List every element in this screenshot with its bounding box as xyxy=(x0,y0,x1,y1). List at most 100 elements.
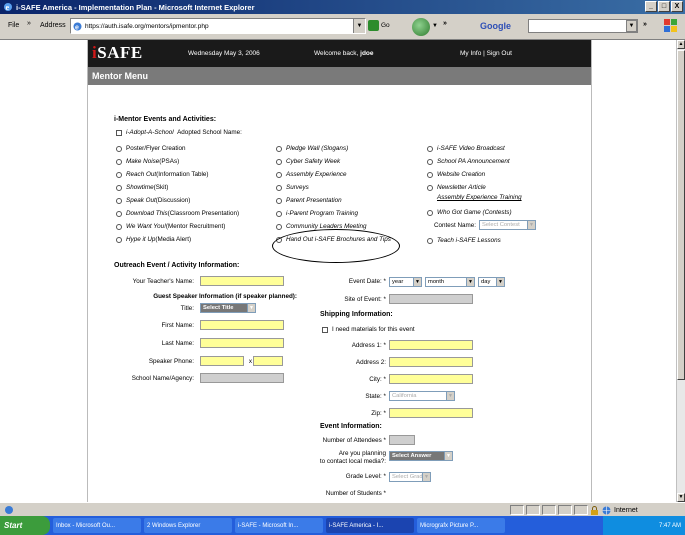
month-select[interactable]: month ▼ xyxy=(425,277,475,287)
contest-select[interactable]: Select Contest ▼ xyxy=(479,220,536,230)
google-toolbar-logo[interactable]: Google xyxy=(480,21,511,31)
title-select[interactable]: Select Title ▼ xyxy=(200,303,256,313)
taskbar-item-isafe-1[interactable]: i-SAFE - Microsoft In... xyxy=(235,518,323,533)
address1-input[interactable] xyxy=(389,340,473,350)
toolbar-more2-chevron-icon[interactable]: » xyxy=(643,21,647,28)
event-option[interactable]: Parent Presentation xyxy=(276,197,342,204)
speaker-phone-input[interactable] xyxy=(200,356,244,366)
back-dropdown-icon[interactable]: ▼ xyxy=(432,23,438,29)
event-option[interactable]: Website Creation xyxy=(427,171,485,178)
radio-button[interactable] xyxy=(276,145,282,152)
adopt-checkbox[interactable] xyxy=(116,129,122,136)
event-option[interactable]: Reach Out (Information Table) xyxy=(116,171,209,178)
radio-button[interactable] xyxy=(427,237,433,244)
taskbar-item-isafe-active[interactable]: i-SAFE America - I... xyxy=(326,518,414,533)
school-agency-input[interactable] xyxy=(200,373,284,383)
adopt-school-option[interactable]: i-Adopt-A-School Adopted School Name: xyxy=(116,129,242,136)
page-status-icon xyxy=(5,506,13,514)
event-option[interactable]: Hype it Up (Media Alert) xyxy=(116,236,191,243)
radio-button[interactable] xyxy=(427,145,433,152)
go-button[interactable]: Go xyxy=(368,20,390,31)
event-option[interactable]: Showtime (Skit) xyxy=(116,184,168,191)
radio-button[interactable] xyxy=(116,236,122,243)
radio-button[interactable] xyxy=(276,223,282,230)
event-option[interactable]: Download This (Classroom Presentation) xyxy=(116,210,239,217)
google-dropdown-icon[interactable]: ▼ xyxy=(626,20,637,32)
mentor-menu-bar[interactable]: Mentor Menu xyxy=(88,67,591,85)
year-select[interactable]: year ▼ xyxy=(389,277,422,287)
event-option[interactable]: Assembly Experience xyxy=(276,171,347,178)
radio-button[interactable] xyxy=(427,209,433,216)
event-option[interactable]: Teach i-SAFE Lessons xyxy=(427,237,501,244)
radio-button[interactable] xyxy=(276,171,282,178)
radio-button[interactable] xyxy=(427,184,433,191)
radio-button[interactable] xyxy=(116,184,122,191)
event-option[interactable]: Make Noise (PSAs) xyxy=(116,158,179,165)
address-bar[interactable]: e https://auth.isafe.org/mentors/ipmento… xyxy=(70,18,366,34)
event-option[interactable]: Surveys xyxy=(276,184,309,191)
event-option[interactable]: Poster/Flyer Creation xyxy=(116,145,186,152)
city-label: City: * xyxy=(369,376,386,383)
page-icon: e xyxy=(73,22,82,31)
event-option[interactable]: Newsletter Article xyxy=(427,184,486,191)
city-input[interactable] xyxy=(389,374,473,384)
radio-button[interactable] xyxy=(116,197,122,204)
need-materials-option[interactable]: I need materials for this event xyxy=(322,326,415,333)
isafe-logo[interactable]: iSAFE xyxy=(92,43,143,63)
scroll-thumb[interactable] xyxy=(677,50,685,380)
materials-checkbox[interactable] xyxy=(322,326,328,333)
scroll-down-arrow-icon[interactable]: ▼ xyxy=(677,493,685,502)
taskbar-item-explorer[interactable]: 2 Windows Explorer xyxy=(144,518,232,533)
assembly-training-link[interactable]: Assembly Experience Training xyxy=(437,194,522,201)
back-button[interactable] xyxy=(412,18,430,36)
grade-select[interactable]: Select Grade ▼ xyxy=(389,472,431,482)
google-search-input[interactable] xyxy=(528,19,638,33)
last-name-input[interactable] xyxy=(200,338,284,348)
close-button[interactable]: X xyxy=(671,1,683,12)
day-select[interactable]: day ▼ xyxy=(478,277,505,287)
scroll-up-arrow-icon[interactable]: ▲ xyxy=(677,40,685,49)
attendees-input[interactable] xyxy=(389,435,415,445)
radio-button[interactable] xyxy=(116,171,122,178)
media-answer-select[interactable]: Select Answer ▼ xyxy=(389,451,453,461)
state-select[interactable]: California ▼ xyxy=(389,391,455,401)
first-name-input[interactable] xyxy=(200,320,284,330)
radio-button[interactable] xyxy=(276,158,282,165)
more-menus-chevron-icon[interactable]: » xyxy=(27,20,31,27)
event-option[interactable]: Speak Out (Discussion) xyxy=(116,197,190,204)
event-option[interactable]: We Want You! (Mentor Recruitment) xyxy=(116,223,225,230)
event-option[interactable]: Cyber Safety Week xyxy=(276,158,340,165)
radio-button[interactable] xyxy=(116,158,122,165)
maximize-button[interactable]: □ xyxy=(658,1,670,12)
radio-button[interactable] xyxy=(276,210,282,217)
event-option[interactable]: i-SAFE Video Broadcast xyxy=(427,145,505,152)
radio-button[interactable] xyxy=(116,145,122,152)
event-option[interactable]: Pledge Wall (Slogans) xyxy=(276,145,348,152)
minimize-button[interactable]: _ xyxy=(645,1,657,12)
site-input[interactable] xyxy=(389,294,473,304)
taskbar-item-outlook[interactable]: Inbox - Microsoft Ou... xyxy=(53,518,141,533)
page-viewport: iSAFE Wednesday May 3, 2006 Welcome back… xyxy=(0,40,676,502)
header-links[interactable]: My Info | Sign Out xyxy=(460,50,512,57)
zip-input[interactable] xyxy=(389,408,473,418)
radio-button[interactable] xyxy=(116,210,122,217)
start-button[interactable]: Start xyxy=(0,516,50,535)
toolbar-more-chevron-icon[interactable]: » xyxy=(443,20,447,27)
vertical-scrollbar[interactable]: ▲ ▼ xyxy=(676,40,685,502)
event-option[interactable]: i-Parent Program Training xyxy=(276,210,358,217)
address2-label: Address 2: xyxy=(355,359,386,366)
radio-button[interactable] xyxy=(276,197,282,204)
radio-button[interactable] xyxy=(427,171,433,178)
radio-button[interactable] xyxy=(427,158,433,165)
address2-input[interactable] xyxy=(389,357,473,367)
file-menu[interactable]: File xyxy=(8,22,19,29)
teacher-name-input[interactable] xyxy=(200,276,284,286)
phone-ext-input[interactable] xyxy=(253,356,283,366)
dropdown-arrow-icon: ▼ xyxy=(527,221,535,229)
event-option[interactable]: School PA Announcement xyxy=(427,158,510,165)
address-dropdown-icon[interactable]: ▼ xyxy=(353,19,365,33)
radio-button[interactable] xyxy=(276,184,282,191)
event-option[interactable]: Who Got Game (Contests) xyxy=(427,209,512,216)
taskbar-item-micrografx[interactable]: Micrografx Picture P... xyxy=(417,518,505,533)
radio-button[interactable] xyxy=(116,223,122,230)
